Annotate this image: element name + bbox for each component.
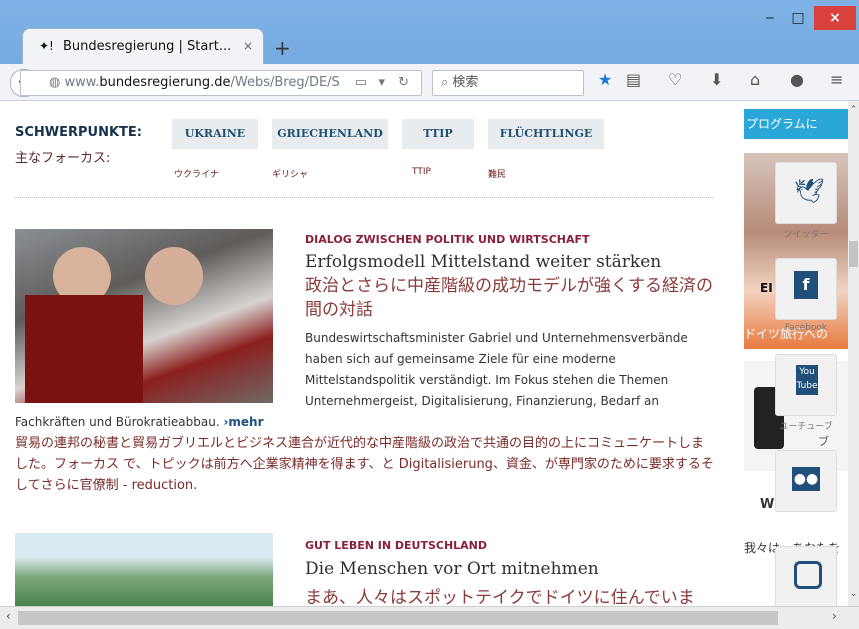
chat-icon[interactable]: ● [790,70,804,89]
reload-icon[interactable]: ↻ [398,71,409,95]
scroll-up-icon[interactable]: ⌃ [848,105,859,115]
download-icon[interactable]: ⬇ [710,70,723,89]
navigation-bar: ← ◍ www.bundesregierung.de/Webs/Breg/DE/… [0,64,859,101]
dropdown-icon[interactable]: ▾ [378,71,385,95]
tab-close-icon[interactable]: × [243,39,253,53]
topic-fluechtlinge[interactable]: FLÜCHTLINGE [488,119,604,149]
tab-title: Bundesregierung | Start... [63,39,232,54]
article2-kicker[interactable]: GUT LEBEN IN DEUTSCHLAND [305,539,487,552]
sidebar-video-label: ブ [818,435,829,448]
topic-griechenland-jp: ギリシャ [272,170,309,180]
twitter-label: ツイッター [783,230,829,240]
page-content: SCHWERPUNKTE: 主なフォーカス: UKRAINE GRIECHENL… [0,101,848,606]
browser-chrome: ✦! Bundesregierung | Start... × + ‒ □ × … [0,0,859,101]
topic-ttip[interactable]: TTIP [402,119,474,149]
sidebar-programm-label: プログラムに [746,117,818,131]
scroll-left-icon[interactable]: ‹ [6,609,11,623]
home-icon[interactable]: ⌂ [750,70,760,89]
facebook-icon: f [794,271,818,299]
instagram-share-button[interactable] [776,547,836,606]
article1-text: DIALOG ZWISCHEN POLITIK UND WIRTSCHAFT E… [15,233,715,496]
flickr-share-button[interactable]: ●● [776,451,836,511]
twitter-share-button[interactable]: 🕊 ツイッター [776,163,836,240]
topic-griechenland[interactable]: GRIECHENLAND [272,119,388,149]
search-icon: ⌕ [441,75,449,90]
schwerpunkte-label: SCHWERPUNKTE: [15,125,142,140]
url-field[interactable]: ◍ www.bundesregierung.de/Webs/Breg/DE/S … [20,70,422,96]
maximize-button[interactable]: □ [786,6,810,30]
horizontal-scroll-thumb[interactable] [18,611,778,625]
close-window-button[interactable]: × [814,6,856,30]
article2-title-jp: まあ、人々はスポットテイクでドイツに住んでいま [305,588,695,606]
dotted-divider [15,197,713,198]
topic-ukraine-jp: ウクライナ [174,170,219,180]
url-prefix: www. [64,75,100,90]
url-domain: bundesregierung.de [99,75,231,90]
sidebar-banner-text: EI [760,281,773,295]
pocket-icon[interactable]: ♡ [668,70,682,89]
vertical-scroll-thumb[interactable] [849,241,858,267]
scroll-down-icon[interactable]: ⌄ [848,589,859,599]
new-tab-button[interactable]: + [274,36,291,60]
reader-mode-icon[interactable]: ▭ [355,71,367,95]
search-placeholder: 検索 [452,75,479,90]
article2-photo[interactable] [15,533,273,606]
vertical-scrollbar[interactable]: ⌃ ⌄ [848,101,859,606]
eagle-icon: ✦! [39,39,54,53]
facebook-share-button[interactable]: f Facebook [776,259,836,333]
flickr-icon: ●● [792,467,820,491]
facebook-label: Facebook [784,323,828,333]
topic-fluechtlinge-jp: 難民 [488,170,507,180]
sidebar-programm-box[interactable]: プログラムに [744,109,848,139]
url-path: /Webs/Breg/DE/S [230,75,340,90]
article1-body-jp: 貿易の連邦の秘書と貿易ガブリエルとビジネス連合が近代的な中産階級の政治で共通の目… [15,436,714,493]
horizontal-scrollbar[interactable]: ‹ › [0,606,859,629]
bookmark-star-icon[interactable]: ★ [598,70,612,89]
youtube-label: ユーチューブ [779,422,833,432]
instagram-icon [794,561,822,589]
article1-more-link[interactable]: ›mehr [223,415,263,429]
scroll-right-icon[interactable]: › [832,609,837,623]
article2-title[interactable]: Die Menschen vor Ort mitnehmen [305,559,599,579]
minimize-button[interactable]: ‒ [758,6,782,30]
youtube-share-button[interactable]: You Tube ユーチューブ [776,355,836,432]
topic-ukraine[interactable]: UKRAINE [172,119,258,149]
bookmarks-library-icon[interactable]: ▤ [626,70,641,89]
twitter-icon: 🕊 [794,177,825,205]
menu-icon[interactable]: ≡ [830,70,843,89]
browser-tab[interactable]: ✦! Bundesregierung | Start... × [22,28,264,65]
schwerpunkte-label-jp: 主なフォーカス: [15,151,111,166]
topic-ttip-jp: TTIP [412,167,431,177]
youtube-icon: You Tube [796,365,818,395]
search-field[interactable]: ⌕ 検索 [432,70,584,96]
globe-icon: ◍ [49,75,61,90]
